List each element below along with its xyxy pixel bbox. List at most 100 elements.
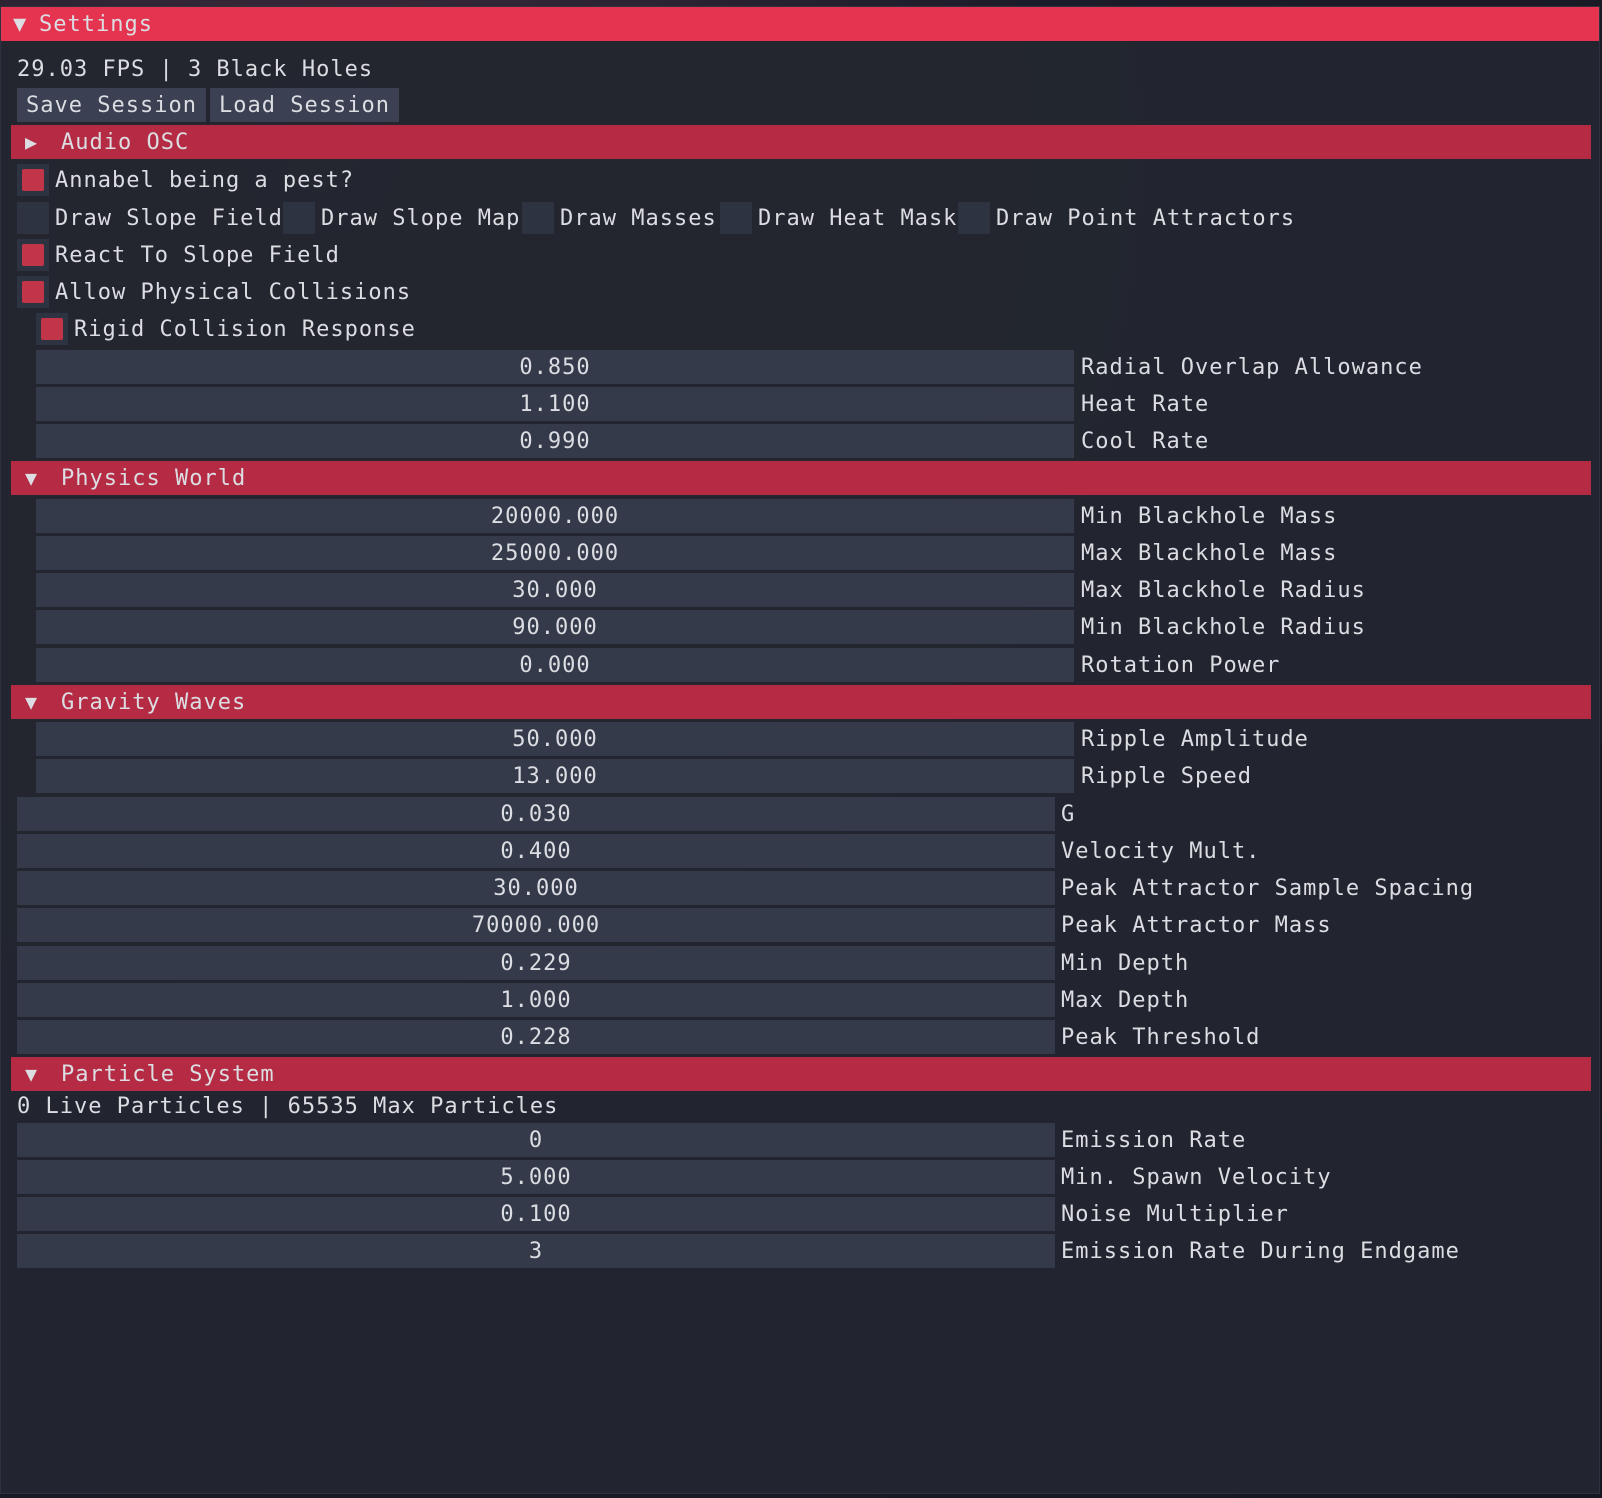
max-blackhole-mass-slider[interactable]: 25000.000 — [36, 536, 1074, 570]
gravity-waves-header[interactable]: ▼ Gravity Waves — [11, 685, 1591, 719]
emission-endgame-slider[interactable]: 3 — [17, 1234, 1055, 1268]
particle-status: 0 Live Particles | 65535 Max Particles — [17, 1094, 559, 1119]
slider-value: 50.000 — [512, 726, 598, 752]
emission-endgame-label: Emission Rate During Endgame — [1061, 1238, 1460, 1264]
heat-rate-label: Heat Rate — [1081, 391, 1210, 417]
radial-overlap-label: Radial Overlap Allowance — [1081, 354, 1423, 380]
rigid-collision-checkbox[interactable]: Rigid Collision Response — [36, 312, 416, 346]
collapse-triangle-icon[interactable]: ▼ — [13, 12, 35, 37]
react-slope-field-checkbox[interactable]: React To Slope Field — [17, 238, 340, 272]
checkbox-box — [36, 313, 68, 345]
max-depth-slider[interactable]: 1.000 — [17, 983, 1055, 1017]
draw-slope-map-checkbox[interactable]: Draw Slope Map — [283, 201, 520, 235]
g-slider[interactable]: 0.030 — [17, 797, 1055, 831]
allow-collisions-label: Allow Physical Collisions — [55, 279, 412, 305]
heat-rate-slider[interactable]: 1.100 — [36, 387, 1074, 421]
rotation-power-label: Rotation Power — [1081, 652, 1281, 678]
peak-attractor-mass-label: Peak Attractor Mass — [1061, 912, 1332, 938]
save-session-label: Save Session — [26, 92, 197, 118]
slider-value: 13.000 — [512, 763, 598, 789]
slider-value: 0.030 — [500, 801, 572, 827]
slider-value: 1.000 — [500, 987, 572, 1013]
slider-value: 0.100 — [500, 1201, 572, 1227]
slider-value: 25000.000 — [490, 540, 620, 566]
min-blackhole-mass-label: Min Blackhole Mass — [1081, 503, 1338, 529]
slider-value: 0.229 — [500, 950, 572, 976]
react-slope-field-label: React To Slope Field — [55, 242, 340, 268]
collapse-triangle-icon: ▼ — [25, 466, 39, 490]
slider-value: 30.000 — [493, 875, 579, 901]
checkbox-box — [17, 202, 49, 234]
min-depth-slider[interactable]: 0.229 — [17, 946, 1055, 980]
cool-rate-slider[interactable]: 0.990 — [36, 424, 1074, 458]
peak-attractor-mass-slider[interactable]: 70000.000 — [17, 908, 1055, 942]
slider-value: 0 — [528, 1127, 544, 1153]
draw-point-attractors-checkbox[interactable]: Draw Point Attractors — [958, 201, 1295, 235]
max-depth-label: Max Depth — [1061, 987, 1190, 1013]
ripple-speed-slider[interactable]: 13.000 — [36, 759, 1074, 793]
ripple-amplitude-slider[interactable]: 50.000 — [36, 722, 1074, 756]
emission-rate-label: Emission Rate — [1061, 1127, 1247, 1153]
draw-masses-checkbox[interactable]: Draw Masses — [522, 201, 717, 235]
physics-world-label: Physics World — [61, 465, 247, 491]
draw-slope-map-label: Draw Slope Map — [321, 205, 521, 231]
annabel-label: Annabel being a pest? — [55, 167, 355, 193]
slider-value: 0.850 — [519, 354, 591, 380]
collapse-triangle-icon: ▼ — [25, 690, 39, 714]
fps-status: 29.03 FPS | 3 Black Holes — [17, 57, 374, 82]
max-blackhole-radius-slider[interactable]: 30.000 — [36, 573, 1074, 607]
slider-value: 90.000 — [512, 614, 598, 640]
draw-heat-mask-checkbox[interactable]: Draw Heat Mask — [720, 201, 957, 235]
settings-window: ▼ Settings 29.03 FPS | 3 Black Holes Sav… — [0, 6, 1600, 1494]
velocity-mult-slider[interactable]: 0.400 — [17, 834, 1055, 868]
physics-world-header[interactable]: ▼ Physics World — [11, 461, 1591, 495]
collapse-triangle-icon: ▼ — [25, 1062, 39, 1086]
checkbox-box — [720, 202, 752, 234]
noise-multiplier-slider[interactable]: 0.100 — [17, 1197, 1055, 1231]
window-titlebar[interactable]: ▼ Settings — [1, 7, 1599, 41]
ripple-amplitude-label: Ripple Amplitude — [1081, 726, 1309, 752]
save-session-button[interactable]: Save Session — [17, 88, 206, 122]
peak-threshold-slider[interactable]: 0.228 — [17, 1020, 1055, 1054]
expand-triangle-icon: ▶ — [25, 130, 39, 154]
checkbox-box — [17, 276, 49, 308]
annabel-checkbox[interactable]: Annabel being a pest? — [17, 163, 354, 197]
checkmark-icon — [22, 281, 44, 303]
radial-overlap-slider[interactable]: 0.850 — [36, 350, 1074, 384]
rotation-power-slider[interactable]: 0.000 — [36, 648, 1074, 682]
min-blackhole-radius-slider[interactable]: 90.000 — [36, 610, 1074, 644]
rigid-collision-label: Rigid Collision Response — [74, 316, 416, 342]
peak-threshold-label: Peak Threshold — [1061, 1024, 1261, 1050]
load-session-button[interactable]: Load Session — [210, 88, 399, 122]
particle-system-label: Particle System — [61, 1061, 275, 1087]
allow-collisions-checkbox[interactable]: Allow Physical Collisions — [17, 275, 411, 309]
slider-value: 3 — [528, 1238, 544, 1264]
slider-value: 0.228 — [500, 1024, 572, 1050]
g-label: G — [1061, 801, 1076, 827]
checkbox-box — [17, 239, 49, 271]
load-session-label: Load Session — [219, 92, 390, 118]
slider-value: 5.000 — [500, 1164, 572, 1190]
checkbox-box — [522, 202, 554, 234]
particle-system-header[interactable]: ▼ Particle System — [11, 1057, 1591, 1091]
checkmark-icon — [22, 244, 44, 266]
draw-slope-field-checkbox[interactable]: Draw Slope Field — [17, 201, 283, 235]
max-blackhole-radius-label: Max Blackhole Radius — [1081, 577, 1366, 603]
draw-masses-label: Draw Masses — [560, 205, 717, 231]
draw-heat-mask-label: Draw Heat Mask — [758, 205, 958, 231]
slider-value: 70000.000 — [471, 912, 601, 938]
window-title: Settings — [39, 11, 153, 37]
cool-rate-label: Cool Rate — [1081, 428, 1210, 454]
min-blackhole-mass-slider[interactable]: 20000.000 — [36, 499, 1074, 533]
checkbox-box — [283, 202, 315, 234]
slider-value: 30.000 — [512, 577, 598, 603]
checkbox-box — [17, 164, 49, 196]
max-blackhole-mass-label: Max Blackhole Mass — [1081, 540, 1338, 566]
min-spawn-velocity-slider[interactable]: 5.000 — [17, 1160, 1055, 1194]
draw-point-attractors-label: Draw Point Attractors — [996, 205, 1296, 231]
peak-sample-spacing-slider[interactable]: 30.000 — [17, 871, 1055, 905]
emission-rate-slider[interactable]: 0 — [17, 1123, 1055, 1157]
ripple-speed-label: Ripple Speed — [1081, 763, 1252, 789]
audio-osc-header[interactable]: ▶ Audio OSC — [11, 125, 1591, 159]
slider-value: 0.990 — [519, 428, 591, 454]
